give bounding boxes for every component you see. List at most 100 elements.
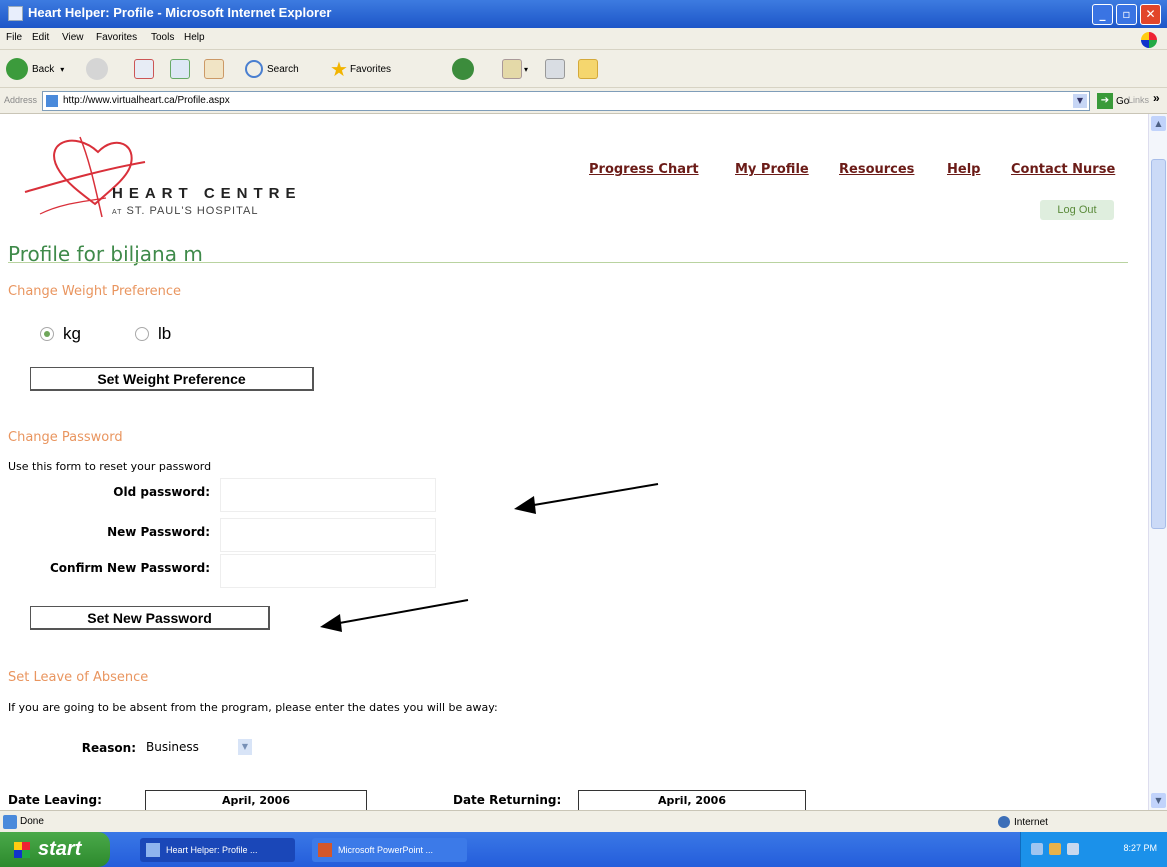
folder-icon	[578, 59, 598, 79]
folder-button[interactable]	[578, 56, 598, 82]
address-bar: Address http://www.virtualheart.ca/Profi…	[0, 88, 1167, 114]
toolbar: Back ▾ Search ★ Favorites ▾	[0, 50, 1167, 88]
globe-icon	[998, 816, 1010, 828]
menu-file[interactable]: File	[6, 32, 22, 43]
old-password-field[interactable]	[220, 478, 436, 512]
search-label: Search	[267, 63, 299, 75]
nav-contact-nurse[interactable]: Contact Nurse	[1011, 162, 1115, 177]
date-leaving-field[interactable]: April, 2006	[145, 790, 367, 810]
start-button[interactable]: start	[0, 832, 110, 867]
nav-resources[interactable]: Resources	[839, 162, 914, 177]
refresh-button[interactable]	[170, 56, 190, 82]
close-button[interactable]: ✕	[1140, 4, 1161, 25]
mail-icon	[502, 59, 522, 79]
reason-select[interactable]: Business ▼	[144, 736, 252, 758]
address-input[interactable]: http://www.virtualheart.ca/Profile.aspx …	[42, 91, 1090, 111]
stop-button[interactable]	[134, 56, 154, 82]
go-button[interactable]: ➔ Go	[1097, 93, 1129, 109]
forward-arrow-icon	[86, 58, 108, 80]
favorites-label: Favorites	[349, 63, 392, 75]
links-label[interactable]: Links	[1128, 95, 1149, 105]
reason-value: Business	[146, 740, 199, 754]
set-weight-preference-button[interactable]: Set Weight Preference	[30, 367, 314, 391]
home-button[interactable]	[204, 56, 224, 82]
status-text: Done	[20, 816, 44, 827]
vertical-scrollbar[interactable]: ▲ ▼	[1148, 114, 1167, 810]
date-returning-field[interactable]: April, 2006	[578, 790, 806, 810]
stop-icon	[134, 59, 154, 79]
windows-logo-icon	[1141, 32, 1157, 48]
links-chevron-icon[interactable]: »	[1153, 91, 1160, 105]
logo-text-heart-centre: HEART CENTRE	[112, 185, 302, 202]
radio-lb[interactable]	[134, 327, 149, 341]
menu-edit[interactable]: Edit	[32, 32, 49, 43]
weight-section-heading: Change Weight Preference	[8, 284, 182, 299]
window-title: Heart Helper: Profile - Microsoft Intern…	[28, 5, 332, 20]
ie-task-icon	[146, 843, 160, 857]
tray-security-icon[interactable]	[1067, 843, 1079, 855]
nav-progress-chart[interactable]: Progress Chart	[589, 162, 699, 177]
menu-tools[interactable]: Tools	[151, 32, 174, 43]
absence-intro: If you are going to be absent from the p…	[8, 701, 498, 714]
history-icon	[452, 58, 474, 80]
status-bar: Done Internet	[0, 810, 1167, 832]
confirm-password-field[interactable]	[220, 554, 436, 588]
reason-dropdown-icon[interactable]: ▼	[238, 739, 252, 755]
date-returning-label: Date Returning:	[453, 793, 562, 807]
minimize-button[interactable]: _	[1092, 4, 1113, 25]
tray-network-icon[interactable]	[1031, 843, 1043, 855]
set-new-password-button[interactable]: Set New Password	[30, 606, 270, 630]
menu-favorites[interactable]: Favorites	[96, 32, 137, 43]
menu-bar: File Edit View Favorites Tools Help	[0, 28, 1167, 50]
back-button[interactable]: Back ▾	[6, 56, 64, 82]
new-password-field[interactable]	[220, 518, 436, 552]
radio-lb-label: lb	[157, 324, 172, 343]
annotation-arrow-fields	[514, 483, 659, 514]
go-arrow-icon: ➔	[1097, 93, 1113, 109]
back-arrow-icon	[6, 58, 28, 80]
search-button[interactable]: Search	[245, 56, 299, 82]
security-zone: Internet	[998, 816, 1048, 828]
back-label: Back	[32, 63, 55, 75]
mail-button[interactable]: ▾	[502, 56, 528, 82]
new-password-label: New Password:	[107, 525, 210, 539]
password-intro: Use this form to reset your password	[8, 460, 212, 473]
forward-button[interactable]	[86, 56, 108, 82]
scroll-thumb[interactable]	[1151, 159, 1166, 529]
tray-volume-icon[interactable]	[1049, 843, 1061, 855]
menu-view[interactable]: View	[62, 32, 84, 43]
address-label: Address	[4, 95, 38, 105]
nav-help[interactable]: Help	[947, 162, 980, 177]
zone-label: Internet	[1014, 816, 1048, 828]
star-icon: ★	[330, 58, 348, 81]
maximize-button[interactable]: ▫	[1116, 4, 1137, 25]
taskbar-item-powerpoint[interactable]: Microsoft PowerPoint ...	[312, 838, 467, 862]
title-divider	[8, 262, 1128, 263]
address-dropdown-icon[interactable]: ▼	[1073, 94, 1087, 108]
page-icon	[46, 95, 58, 107]
home-icon	[204, 59, 224, 79]
taskbar-item-heart-helper[interactable]: Heart Helper: Profile ...	[140, 838, 295, 862]
menu-help[interactable]: Help	[184, 32, 205, 43]
reason-label: Reason:	[81, 741, 136, 755]
nav-my-profile[interactable]: My Profile	[735, 162, 809, 177]
heart-centre-logo: HEART CENTRE AT ST. PAUL'S HOSPITAL	[20, 132, 340, 222]
start-label: start	[38, 838, 82, 860]
print-icon	[545, 59, 565, 79]
logo-text-hospital: AT ST. PAUL'S HOSPITAL	[112, 205, 258, 217]
scroll-down-icon[interactable]: ▼	[1151, 793, 1166, 808]
logo-text-at: AT	[112, 209, 123, 216]
scroll-up-icon[interactable]: ▲	[1151, 116, 1166, 131]
task2-label: Microsoft PowerPoint ...	[338, 845, 434, 855]
radio-kg-label: kg	[63, 324, 81, 343]
logo-text-st-pauls: ST. PAUL'S HOSPITAL	[126, 205, 259, 217]
date-leaving-label: Date Leaving:	[8, 793, 102, 807]
taskbar: start Heart Helper: Profile ... Microsof…	[0, 832, 1167, 867]
print-button[interactable]	[545, 56, 565, 82]
history-button[interactable]	[452, 56, 474, 82]
radio-kg[interactable]	[40, 327, 54, 341]
favorites-button[interactable]: ★ Favorites	[330, 56, 391, 82]
refresh-icon	[170, 59, 190, 79]
task1-label: Heart Helper: Profile ...	[166, 845, 258, 855]
logout-button[interactable]: Log Out	[1040, 200, 1114, 220]
